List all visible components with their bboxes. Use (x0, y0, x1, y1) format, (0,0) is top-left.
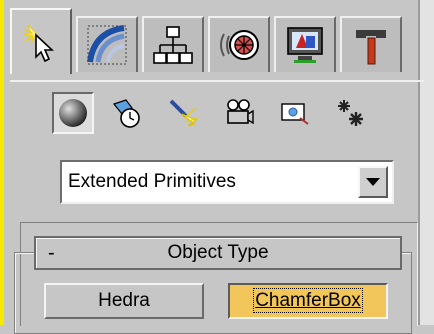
command-panel-tabs (10, 8, 424, 82)
tab-display[interactable] (274, 16, 336, 72)
hierarchy-icon (153, 26, 193, 64)
space-warps-icon (338, 100, 363, 126)
shapes-button[interactable] (106, 92, 148, 134)
lights-button[interactable] (162, 92, 204, 134)
rollout-header-object-type[interactable]: Object Type - (34, 236, 402, 270)
tab-utilities[interactable] (340, 16, 402, 72)
chamferbox-label: ChamferBox (253, 288, 363, 313)
cameras-button[interactable] (218, 92, 260, 134)
tab-modify[interactable] (76, 16, 138, 72)
viewport-edge (0, 0, 4, 325)
tab-create[interactable] (10, 8, 72, 74)
motion-wheel-icon (220, 30, 259, 60)
hedra-label: Hedra (98, 290, 150, 311)
chevron-down-icon (366, 178, 380, 186)
helpers-icon (281, 103, 309, 125)
geometry-sphere-icon (59, 99, 87, 127)
chamferbox-button[interactable]: ChamferBox (228, 283, 388, 319)
lights-icon (169, 99, 199, 127)
modify-curve-icon (87, 25, 127, 65)
shapes-icon (112, 99, 140, 128)
cameras-icon (227, 99, 254, 125)
space-warps-button[interactable] (330, 92, 372, 134)
utilities-hammer-icon (356, 30, 386, 65)
tab-motion[interactable] (208, 16, 270, 72)
rollout-title: Object Type (167, 242, 269, 263)
dropdown-value: Extended Primitives (68, 171, 236, 192)
category-dropdown[interactable]: Extended Primitives (60, 160, 394, 204)
subcategory-toolbar (50, 92, 380, 142)
dropdown-arrow-button[interactable] (358, 166, 388, 198)
tab-hierarchy[interactable] (142, 16, 204, 72)
hedra-button[interactable]: Hedra (44, 283, 204, 319)
create-arrow-icon (22, 24, 55, 63)
geometry-button[interactable] (52, 92, 94, 134)
rollout-collapse-toggle[interactable]: - (48, 238, 55, 268)
tab-strip-divider (10, 80, 424, 82)
display-monitor-icon (287, 27, 323, 63)
helpers-button[interactable] (274, 92, 316, 134)
